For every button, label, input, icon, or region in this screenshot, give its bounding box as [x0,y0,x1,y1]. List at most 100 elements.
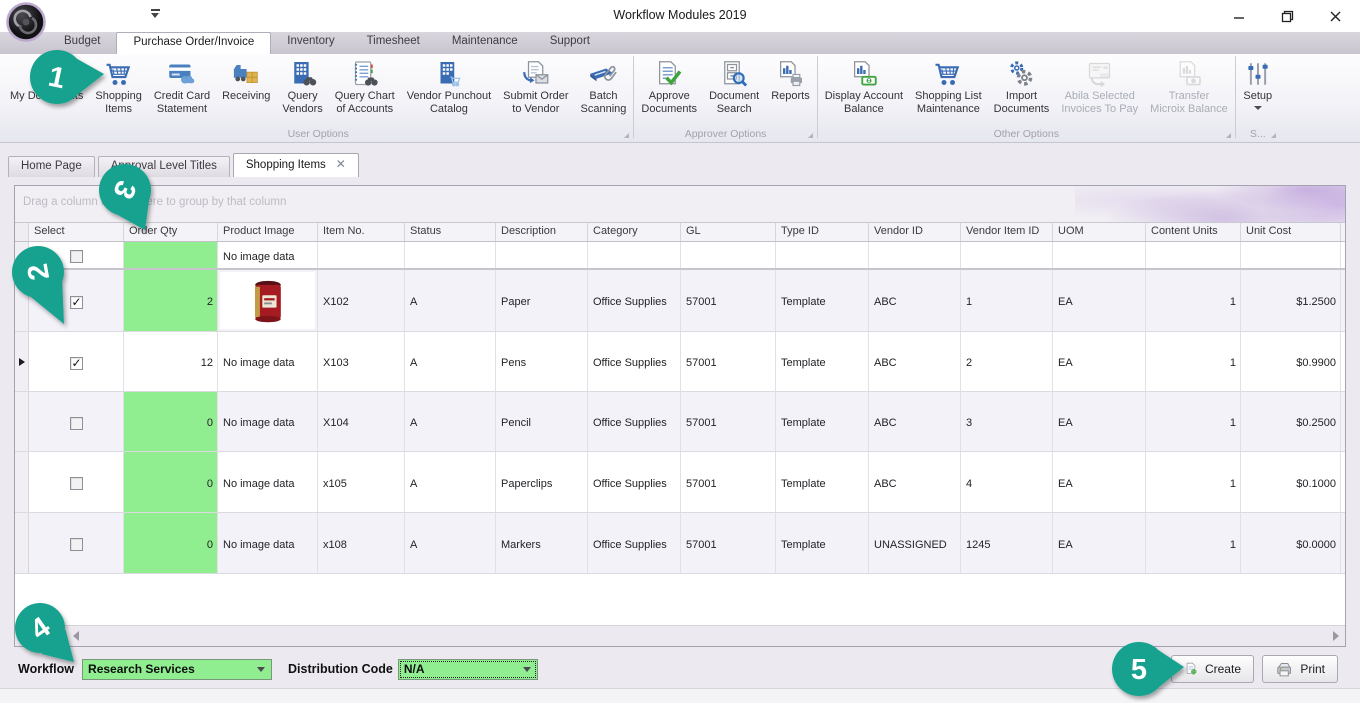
row-select-checkbox[interactable]: ✓ [70,296,83,309]
column-header-vendor_item_id[interactable]: Vendor Item ID [961,223,1053,241]
ribbon-item-label: Query Vendors [282,90,322,115]
row-select-checkbox[interactable] [70,417,83,430]
ribbon-item-label: Setup [1243,90,1272,103]
ribbon-item-my-documents[interactable]: My Documents [4,56,89,103]
tab-approval-level-titles[interactable]: Approval Level Titles [98,156,230,177]
cell-order_qty[interactable] [124,242,218,268]
cell-order_qty[interactable]: 0 [124,452,218,512]
tab-label: Approval Level Titles [111,160,217,172]
chevron-down-icon [257,667,265,672]
ribbon-item-approve-documents[interactable]: Approve Documents [635,56,703,115]
ribbon-item-receiving[interactable]: Receiving [216,56,276,103]
column-header-unit_cost[interactable]: Unit Cost [1241,223,1341,241]
ribbon-tab-support[interactable]: Support [534,32,606,54]
column-header-type_id[interactable]: Type ID [776,223,869,241]
close-button[interactable] [1320,4,1350,28]
ribbon-item-label: Credit Card Statement [154,90,210,115]
column-header-content_units[interactable]: Content Units [1146,223,1241,241]
cell-status: A [405,332,496,391]
tab-shopping-items[interactable]: Shopping Items✕ [233,153,359,177]
cell-order_qty[interactable]: 0 [124,392,218,451]
ribbon-tab-maintenance[interactable]: Maintenance [436,32,534,54]
row-indicator-cell [15,452,29,512]
column-header-item_no[interactable]: Item No. [318,223,405,241]
ribbon-group-other-options: Display Account BalanceShopping List Mai… [819,54,1234,142]
tab-close-icon[interactable]: ✕ [336,159,346,170]
ribbon-item-credit-card-statement[interactable]: Credit Card Statement [148,56,216,115]
chevron-down-icon [1254,106,1262,110]
column-header-vendor_id[interactable]: Vendor ID [869,223,961,241]
column-header-description[interactable]: Description [496,223,588,241]
cell-select [29,392,124,451]
column-header-uom[interactable]: UOM [1053,223,1146,241]
truck-box-icon [231,59,261,89]
cell-order_qty[interactable]: 2 [124,270,218,331]
ribbon-item-label: Batch Scanning [581,90,627,115]
column-header-status[interactable]: Status [405,223,496,241]
cell-type_id [776,242,869,268]
column-header-category[interactable]: Category [588,223,681,241]
cell-order_qty[interactable]: 0 [124,513,218,573]
ribbon-item-batch-scanning[interactable]: Batch Scanning [575,56,633,115]
ribbon-item-query-vendors[interactable]: Query Vendors [276,56,328,115]
column-header-product_image[interactable]: Product Image [218,223,318,241]
cell-gl [681,242,776,268]
scroll-left-icon[interactable] [73,631,79,641]
row-select-checkbox[interactable]: ✓ [70,357,83,370]
table-row[interactable]: No image data [15,242,1345,270]
column-header-select[interactable]: Select [29,223,124,241]
column-header-order_qty[interactable]: Order Qty [124,223,218,241]
ribbon-item-setup[interactable]: Setup [1237,56,1279,110]
group-by-band[interactable]: Drag a column header here to group by th… [15,186,1345,223]
table-row[interactable]: ✓2X102APaperOffice Supplies57001Template… [15,270,1345,332]
ribbon-item-shopping-items[interactable]: Shopping Items [89,56,148,115]
ribbon-tab-timesheet[interactable]: Timesheet [351,32,436,54]
ribbon-item-display-account-balance[interactable]: Display Account Balance [819,56,909,115]
document-tab-strip: Home Page Approval Level Titles Shopping… [0,153,1360,177]
ribbon-tab-inventory[interactable]: Inventory [271,32,350,54]
ribbon-groups: My Documents Shopping ItemsCredit Card St… [4,54,1360,142]
ribbon-item-reports[interactable]: Reports [765,56,816,103]
ribbon-item-shopping-list-maintenance[interactable]: Shopping List Maintenance [909,56,988,115]
table-row[interactable]: 0No image datax108AMarkersOffice Supplie… [15,513,1345,574]
row-select-checkbox[interactable] [70,538,83,551]
minimize-button[interactable] [1224,4,1254,28]
ribbon-tab-budget[interactable]: Budget [48,32,116,54]
ribbon-item-submit-order-to-vendor[interactable]: Submit Order to Vendor [497,56,574,115]
app-logo[interactable] [6,2,46,42]
print-button[interactable]: Print [1262,655,1338,683]
cell-order_qty[interactable]: 12 [124,332,218,391]
cell-category: Office Supplies [588,392,681,451]
cell-type_id: Template [776,392,869,451]
ribbon-item-query-chart-of-accounts[interactable]: Query Chart of Accounts [329,56,401,115]
workflow-dropdown[interactable]: Research Services [82,659,272,680]
ribbon-tab-purchase-order-invoice[interactable]: Purchase Order/Invoice [116,32,271,54]
ribbon-item-label: Import Documents [994,90,1050,115]
ribbon: My Documents Shopping ItemsCredit Card St… [0,54,1360,143]
ribbon-item-label: My Documents [10,90,83,103]
row-select-checkbox[interactable] [70,477,83,490]
ribbon-item-label: Transfer Microix Balance [1150,90,1228,115]
row-select-checkbox[interactable] [70,250,83,263]
cell-uom [1053,242,1146,268]
ribbon-item-import-documents[interactable]: Import Documents [988,56,1056,115]
column-header-gl[interactable]: GL [681,223,776,241]
ribbon-item-vendor-punchout-catalog[interactable]: Vendor Punchout Catalog [401,56,497,115]
workflow-label: Workflow [18,662,74,676]
cell-select: ✓ [29,270,124,331]
create-button[interactable]: Create [1171,655,1254,683]
distribution-code-label: Distribution Code [288,662,393,676]
ribbon-item-document-search[interactable]: Document Search [703,56,765,115]
credit-card-cloud-icon [167,59,197,89]
restore-button[interactable] [1272,4,1302,28]
cell-select [29,452,124,512]
distribution-code-dropdown[interactable]: N/A [398,659,538,680]
cell-type_id: Template [776,332,869,391]
table-row[interactable]: ✓12No image dataX103APensOffice Supplies… [15,332,1345,392]
scroll-right-icon[interactable] [1333,631,1339,641]
tab-home-page[interactable]: Home Page [8,156,95,177]
table-row[interactable]: 0No image datax105APaperclipsOffice Supp… [15,452,1345,513]
horizontal-scrollbar[interactable] [15,625,1345,646]
decorative-swirl [1075,186,1345,222]
table-row[interactable]: 0No image dataX104APencilOffice Supplies… [15,392,1345,452]
